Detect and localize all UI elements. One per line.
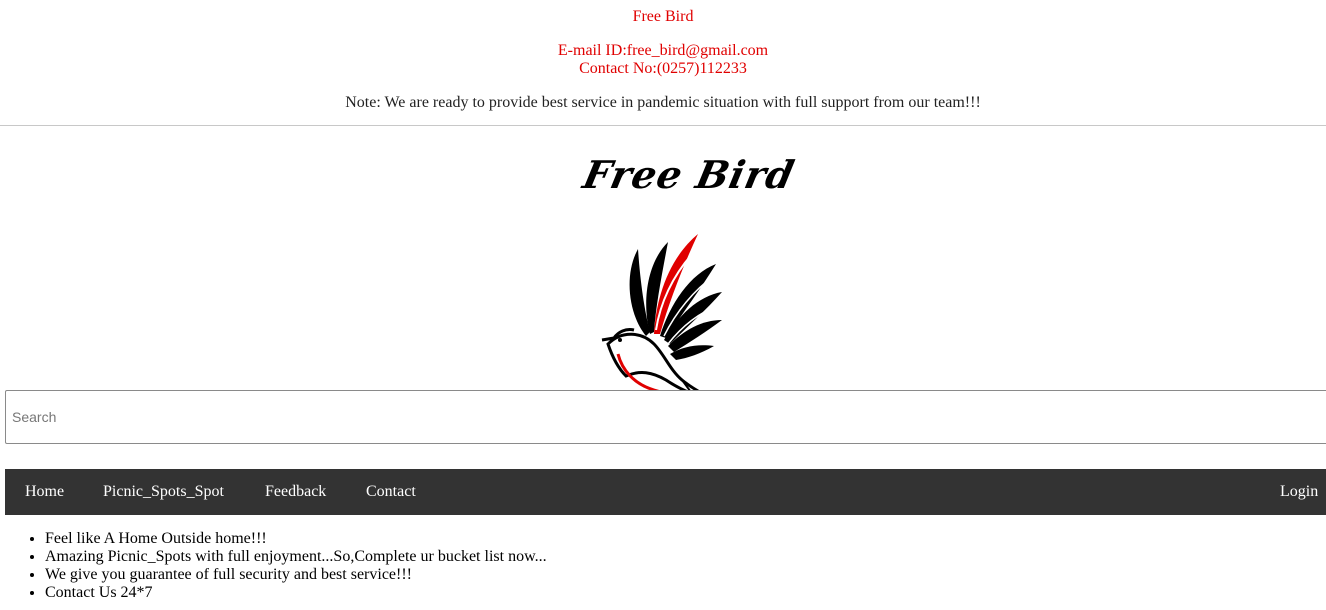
logo: Free Bird	[0, 126, 1326, 417]
list-item: We give you guarantee of full security a…	[45, 566, 547, 584]
features-list: Feel like A Home Outside home!!! Amazing…	[0, 530, 547, 602]
bird-eye	[618, 338, 622, 342]
nav-feedback[interactable]: Feedback	[245, 469, 346, 515]
nav-home[interactable]: Home	[5, 469, 84, 515]
header-info: Free Bird E-mail ID:free_bird@gmail.com …	[0, 0, 1326, 112]
header-contact-number: Contact No:(0257)112233	[579, 60, 747, 77]
search-input[interactable]	[5, 390, 1326, 444]
nav-login[interactable]: Login	[1260, 469, 1326, 515]
list-item: Feel like A Home Outside home!!!	[45, 530, 547, 548]
nav-picnic-spots[interactable]: Picnic_Spots_Spot	[83, 469, 244, 515]
header-note: Note: We are ready to provide best servi…	[345, 94, 981, 111]
header-email: E-mail ID:free_bird@gmail.com	[557, 42, 769, 59]
bird-logo-icon	[601, 234, 722, 417]
logo-text: Free Bird	[579, 152, 799, 197]
nav-contact[interactable]: Contact	[346, 469, 436, 515]
navbar: Home Picnic_Spots_Spot Feedback Contact …	[5, 469, 1326, 515]
header-site-name: Free Bird	[632, 8, 694, 25]
list-item: Amazing Picnic_Spots with full enjoyment…	[45, 548, 547, 566]
list-item: Contact Us 24*7	[45, 584, 547, 602]
